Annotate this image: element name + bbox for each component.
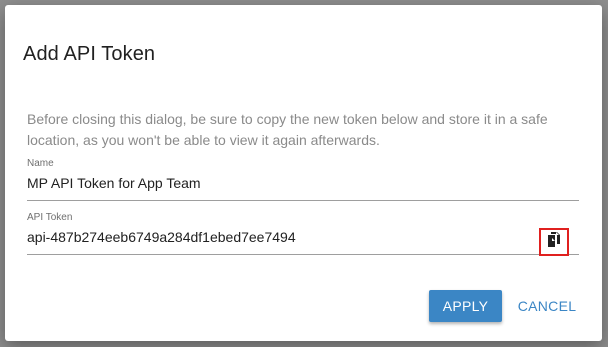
api-token-field-label: API Token <box>27 212 73 223</box>
add-api-token-dialog: Add API Token Before closing this dialog… <box>5 5 602 341</box>
api-token-field[interactable]: API Token api-487b274eeb6749a284df1ebed7… <box>27 212 579 255</box>
dialog-hint-text: Before closing this dialog, be sure to c… <box>27 111 548 148</box>
copy-token-button[interactable] <box>539 228 569 256</box>
cancel-button[interactable]: CANCEL <box>513 290 581 322</box>
apply-button[interactable]: APPLY <box>429 290 502 322</box>
api-token-field-value[interactable]: api-487b274eeb6749a284df1ebed7ee7494 <box>27 229 296 245</box>
name-field[interactable]: Name MP API Token for App Team <box>27 158 579 201</box>
copy-icon <box>546 231 562 254</box>
name-field-value[interactable]: MP API Token for App Team <box>27 175 201 191</box>
name-field-label: Name <box>27 158 54 169</box>
dialog-title: Add API Token <box>23 43 156 65</box>
